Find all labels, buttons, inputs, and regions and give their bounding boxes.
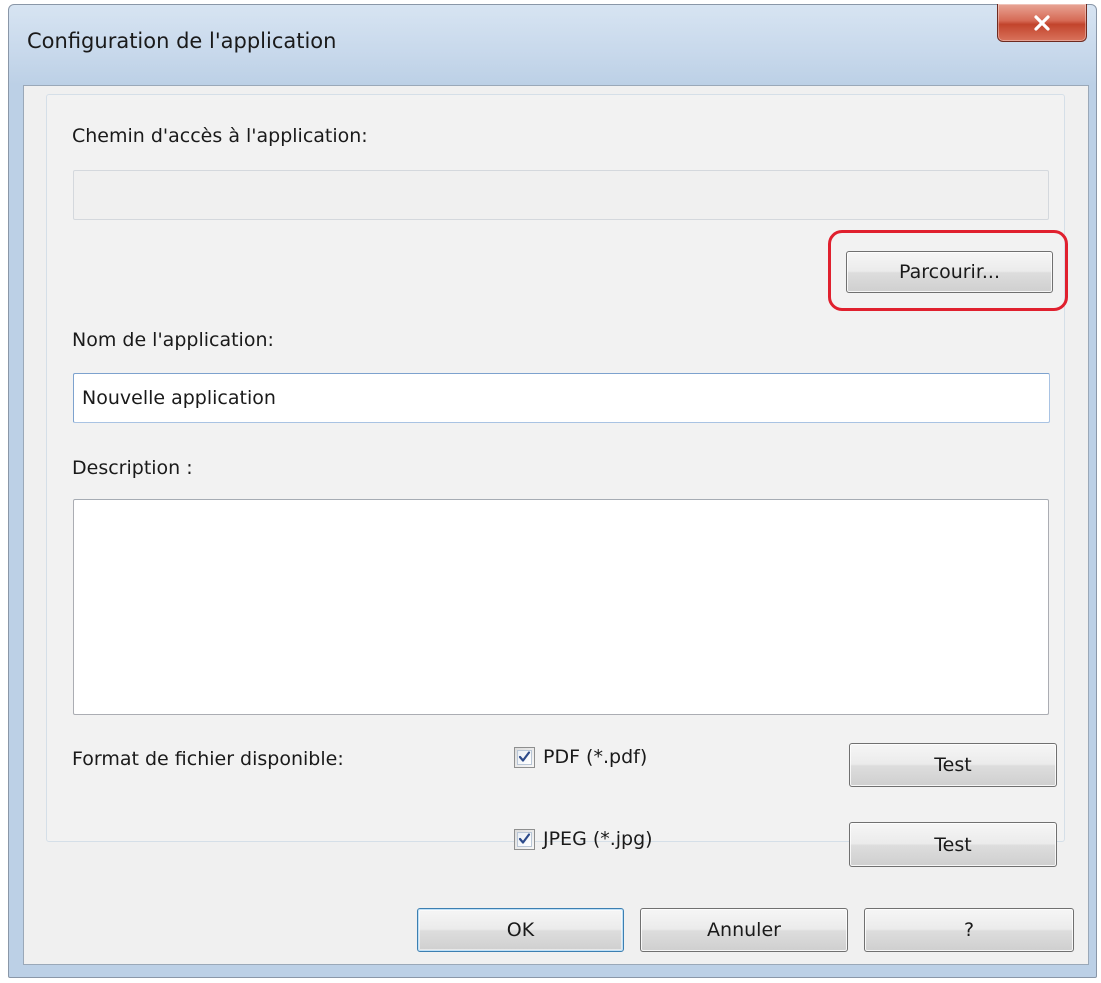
checkmark-icon: [518, 748, 531, 767]
close-icon: [1033, 14, 1051, 31]
app-name-label: Nom de l'application:: [72, 329, 274, 351]
settings-group: Chemin d'accès à l'application: Parcouri…: [46, 94, 1068, 867]
file-format-label: Format de fichier disponible:: [72, 748, 344, 770]
help-button[interactable]: ?: [864, 908, 1074, 952]
pdf-checkbox[interactable]: [514, 746, 535, 768]
checkmark-icon: [518, 830, 531, 849]
jpeg-checkbox[interactable]: [514, 828, 535, 850]
app-name-field[interactable]: [73, 373, 1050, 423]
app-path-label: Chemin d'accès à l'application:: [72, 125, 368, 147]
test-pdf-button[interactable]: Test: [849, 743, 1057, 787]
pdf-checkbox-label: PDF (*.pdf): [543, 746, 648, 768]
pdf-format-option[interactable]: PDF (*.pdf): [514, 746, 647, 768]
test-jpeg-button[interactable]: Test: [849, 822, 1057, 867]
title-bar[interactable]: Configuration de l'application: [9, 4, 1096, 85]
dialog-window: Configuration de l'application Chemin d'…: [8, 4, 1097, 978]
jpeg-checkbox-label: JPEG (*.jpg): [543, 828, 653, 850]
description-field[interactable]: [73, 499, 1049, 715]
dialog-body: Chemin d'accès à l'application: Parcouri…: [23, 85, 1089, 965]
ok-button[interactable]: OK: [417, 908, 624, 952]
app-path-field[interactable]: [73, 170, 1049, 220]
cancel-button[interactable]: Annuler: [640, 908, 848, 952]
close-button[interactable]: [997, 4, 1087, 42]
window-title: Configuration de l'application: [27, 29, 337, 53]
description-label: Description :: [72, 457, 193, 479]
jpeg-format-option[interactable]: JPEG (*.jpg): [514, 828, 653, 850]
browse-button[interactable]: Parcourir...: [846, 251, 1053, 293]
